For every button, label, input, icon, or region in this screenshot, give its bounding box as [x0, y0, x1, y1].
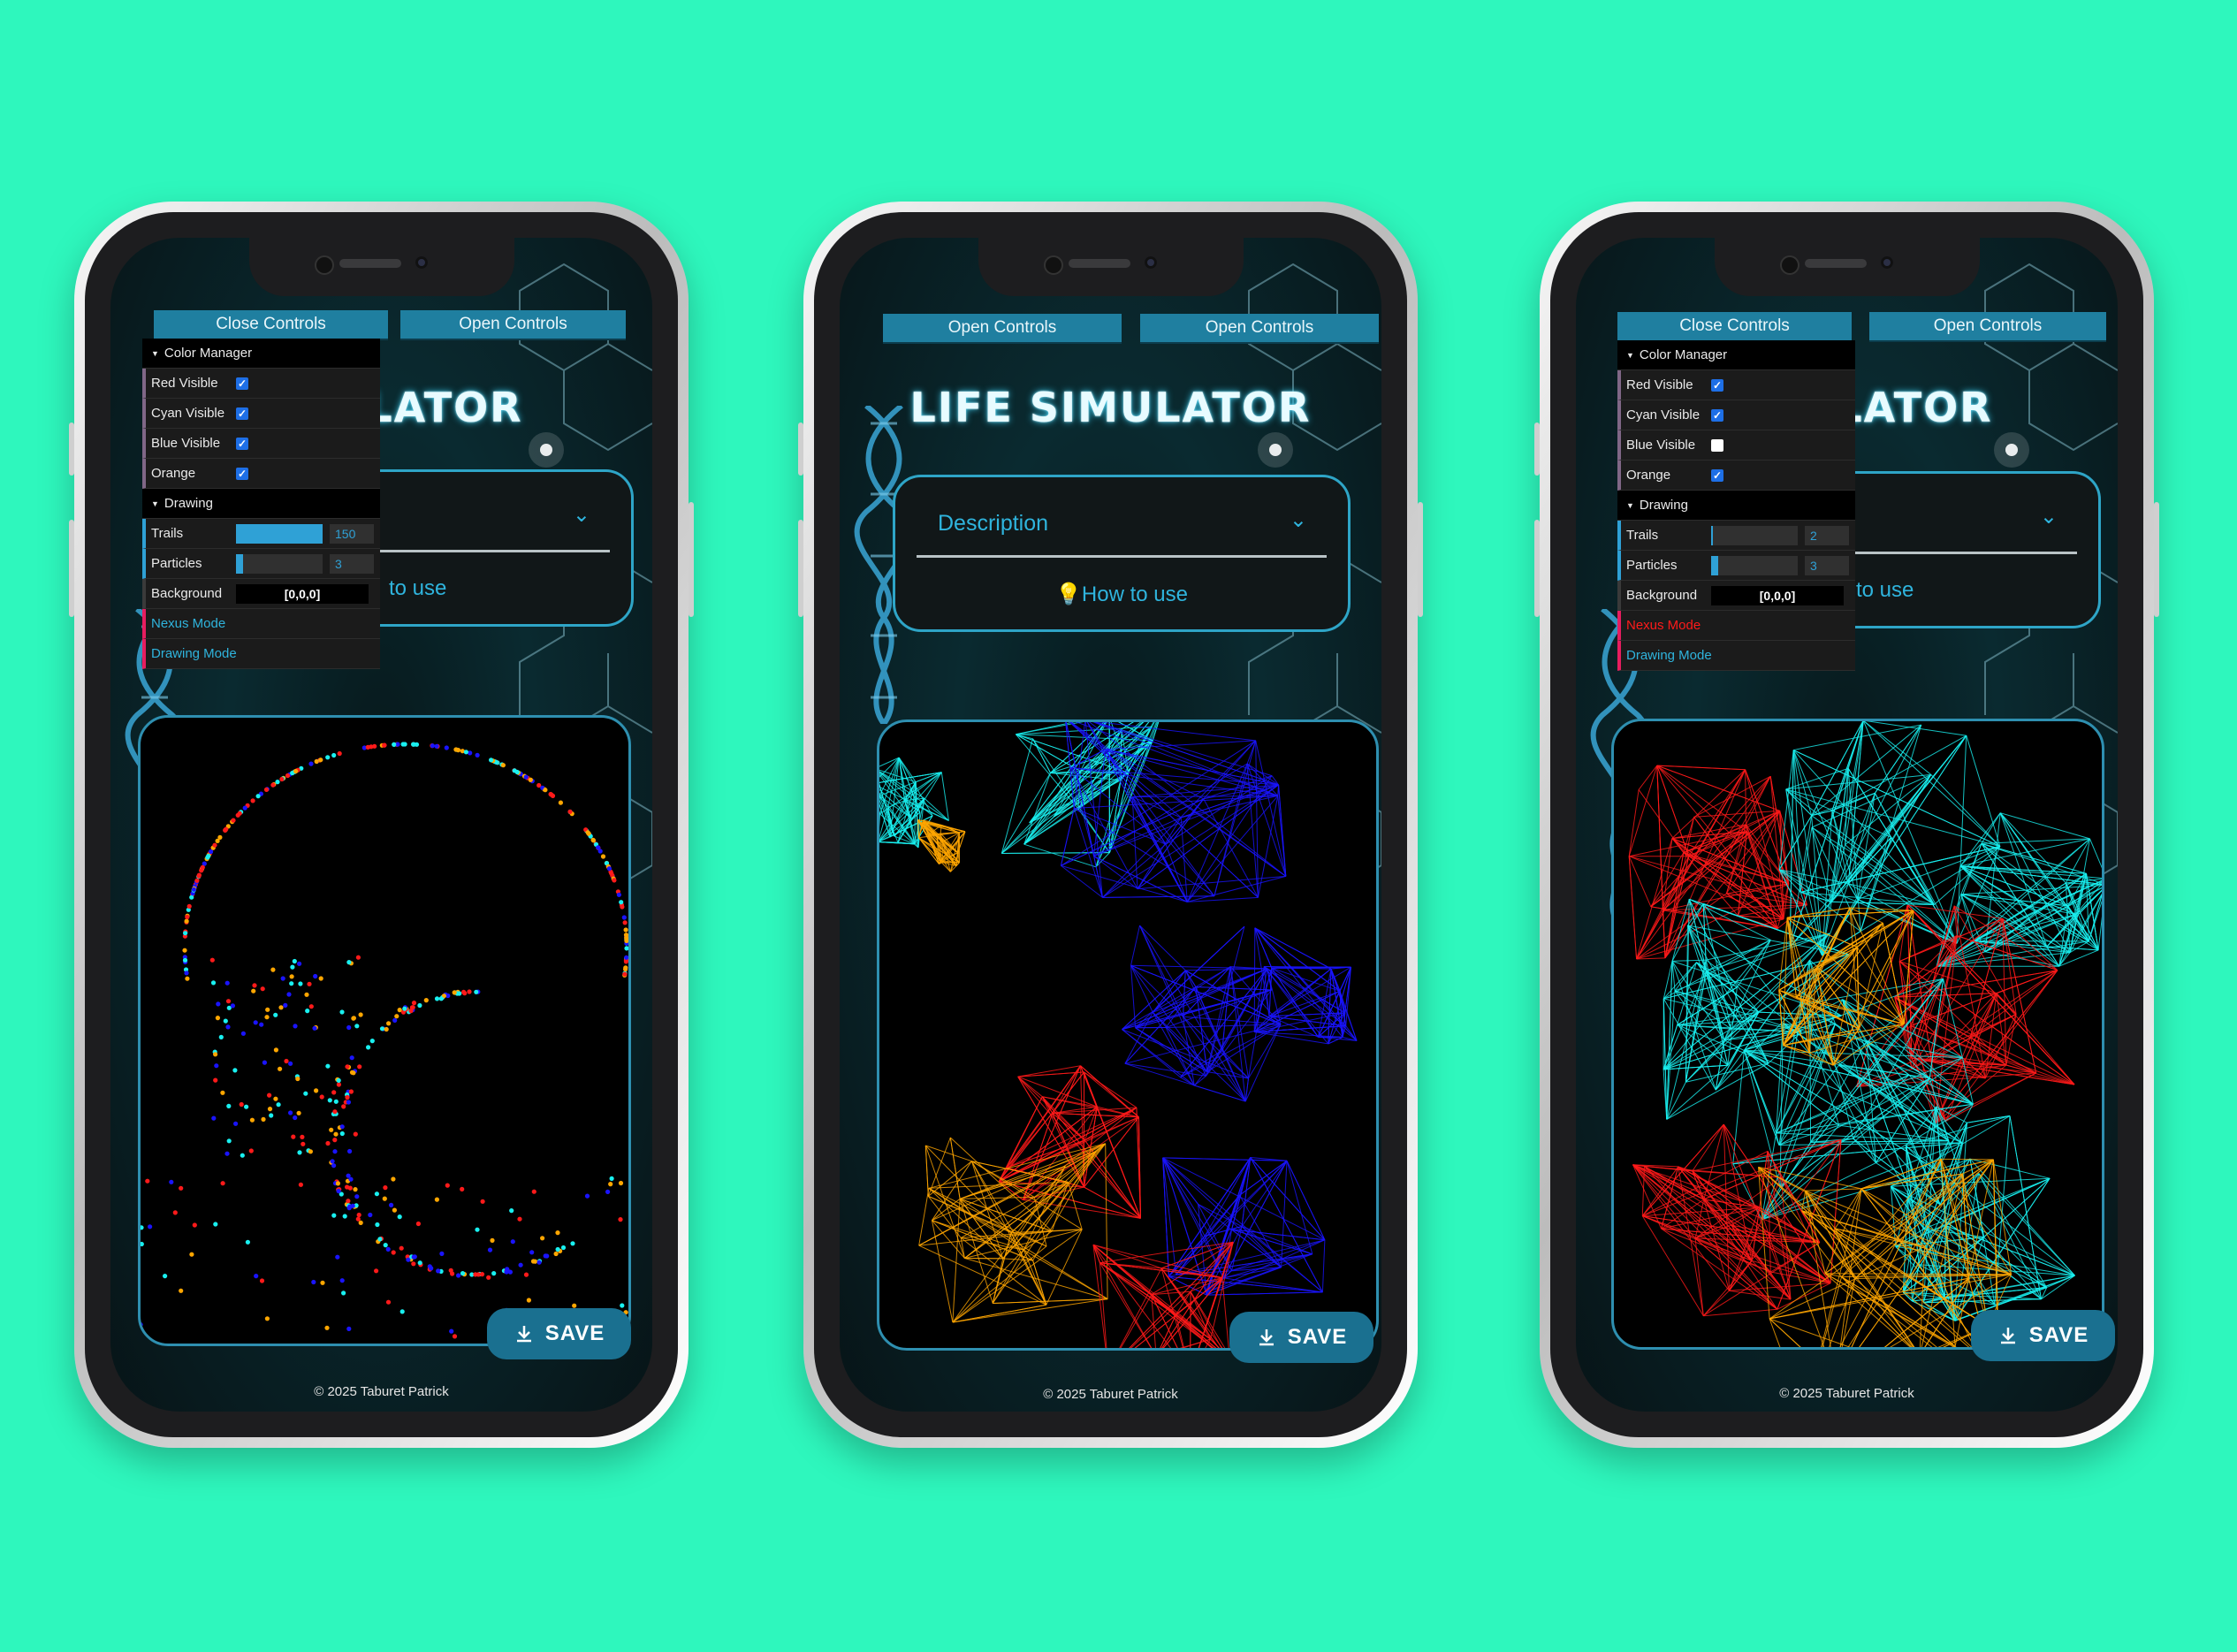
- nexus-mode-button[interactable]: Nexus Mode: [1617, 611, 1855, 641]
- drawing-mode-button[interactable]: Drawing Mode: [1617, 641, 1855, 671]
- how-to-use-link[interactable]: to use: [1856, 578, 2098, 603]
- blue-visible-row[interactable]: Blue Visible: [1617, 430, 1855, 461]
- description-label[interactable]: Description: [938, 511, 1048, 537]
- red-visible-checkbox[interactable]: ✓: [236, 377, 248, 390]
- download-icon: [1259, 1329, 1274, 1346]
- red-visible-checkbox[interactable]: ✓: [1711, 378, 1723, 392]
- save-button[interactable]: SAVE: [487, 1308, 631, 1359]
- notch: [248, 238, 514, 296]
- orange-checkbox[interactable]: ✓: [236, 467, 248, 480]
- chevron-down-icon[interactable]: ⌄: [1290, 507, 1307, 533]
- trails-value[interactable]: 150: [330, 523, 374, 544]
- description-card: Description ⌄ 💡How to use: [893, 475, 1351, 632]
- phone-2: Open Controls Open Controls LIFE SIMULAT…: [798, 202, 1423, 1448]
- blue-visible-checkbox[interactable]: ✓: [236, 437, 248, 450]
- phone-3: Close Controls Open Controls ULATOR ⌄ to…: [1534, 202, 2159, 1448]
- app-screen: Close Controls Open Controls ULATOR ⌄ to…: [110, 238, 652, 1412]
- folder-drawing[interactable]: ▼ Drawing: [1617, 491, 1855, 521]
- save-button[interactable]: SAVE: [1971, 1310, 2115, 1361]
- folder-drawing[interactable]: ▼ Drawing: [142, 489, 380, 519]
- folder-color-manager[interactable]: ▼ Color Manager: [142, 339, 380, 369]
- open-controls-button-2[interactable]: Open Controls: [1140, 314, 1379, 344]
- trails-value[interactable]: 2: [1805, 525, 1849, 545]
- app-screen: Open Controls Open Controls LIFE SIMULAT…: [840, 238, 1381, 1412]
- background-color-input[interactable]: [0,0,0]: [1711, 585, 1844, 605]
- orange-row[interactable]: Orange ✓: [1617, 461, 1855, 491]
- orange-checkbox[interactable]: ✓: [1711, 468, 1723, 482]
- blue-visible-row[interactable]: Blue Visible ✓: [142, 429, 380, 459]
- simulation-canvas[interactable]: [1611, 719, 2104, 1350]
- particles-value[interactable]: 3: [1805, 555, 1849, 575]
- open-controls-button[interactable]: Open Controls: [1869, 312, 2106, 342]
- how-to-use-link[interactable]: to use: [389, 576, 631, 601]
- app-title: LIFE SIMULATOR: [909, 384, 1312, 431]
- cyan-visible-row[interactable]: Cyan Visible ✓: [1617, 400, 1855, 430]
- nexus-mode-button[interactable]: Nexus Mode: [142, 609, 380, 639]
- cyan-visible-row[interactable]: Cyan Visible ✓: [142, 399, 380, 429]
- cyan-visible-checkbox[interactable]: ✓: [1711, 408, 1723, 422]
- app-screen: Close Controls Open Controls ULATOR ⌄ to…: [1576, 238, 2118, 1412]
- copyright-text: © 2025 Taburet Patrick: [1043, 1387, 1178, 1402]
- trails-row[interactable]: Trails 2: [1617, 521, 1855, 551]
- cyan-visible-checkbox[interactable]: ✓: [236, 407, 248, 420]
- open-controls-button[interactable]: Open Controls: [883, 314, 1122, 344]
- background-color-input[interactable]: [0,0,0]: [236, 583, 369, 604]
- lightbulb-icon: 💡: [1055, 582, 1082, 606]
- chevron-down-icon[interactable]: ⌄: [573, 502, 590, 528]
- download-icon: [2000, 1328, 2015, 1344]
- notch: [1714, 238, 1980, 296]
- red-visible-row[interactable]: Red Visible ✓: [142, 369, 380, 399]
- save-button[interactable]: SAVE: [1229, 1312, 1373, 1363]
- orange-row[interactable]: Orange ✓: [142, 459, 380, 489]
- trails-slider[interactable]: [236, 523, 323, 544]
- how-to-use-link[interactable]: 💡How to use: [895, 582, 1348, 607]
- notch: [978, 238, 1244, 296]
- red-visible-row[interactable]: Red Visible ✓: [1617, 370, 1855, 400]
- chevron-down-icon[interactable]: ⌄: [2040, 504, 2058, 529]
- open-controls-button[interactable]: Open Controls: [400, 310, 626, 340]
- trails-row[interactable]: Trails 150: [142, 519, 380, 549]
- folder-color-manager[interactable]: ▼ Color Manager: [1617, 340, 1855, 370]
- close-controls-button[interactable]: Close Controls: [1617, 312, 1852, 342]
- background-row[interactable]: Background [0,0,0]: [142, 579, 380, 609]
- blue-visible-checkbox[interactable]: [1711, 438, 1723, 452]
- download-icon: [516, 1326, 531, 1343]
- copyright-text: © 2025 Taburet Patrick: [1779, 1386, 1914, 1401]
- phone-1: Close Controls Open Controls ULATOR ⌄ to…: [69, 202, 694, 1448]
- controls-panel: ▼ Color Manager Red Visible ✓ Cyan Visible…: [142, 339, 380, 669]
- particles-row[interactable]: Particles 3: [1617, 551, 1855, 581]
- particles-row[interactable]: Particles 3: [142, 549, 380, 579]
- drawing-mode-button[interactable]: Drawing Mode: [142, 639, 380, 669]
- particles-value[interactable]: 3: [330, 553, 374, 574]
- simulation-canvas[interactable]: [877, 719, 1379, 1351]
- controls-panel: ▼ Color Manager Red Visible ✓ Cyan Visible…: [1617, 340, 1855, 671]
- background-row[interactable]: Background [0,0,0]: [1617, 581, 1855, 611]
- close-controls-button[interactable]: Close Controls: [154, 310, 388, 340]
- particles-slider[interactable]: [236, 553, 323, 574]
- simulation-canvas[interactable]: [138, 715, 631, 1346]
- particles-slider[interactable]: [1711, 555, 1798, 575]
- copyright-text: © 2025 Taburet Patrick: [314, 1384, 449, 1399]
- trails-slider[interactable]: [1711, 525, 1798, 545]
